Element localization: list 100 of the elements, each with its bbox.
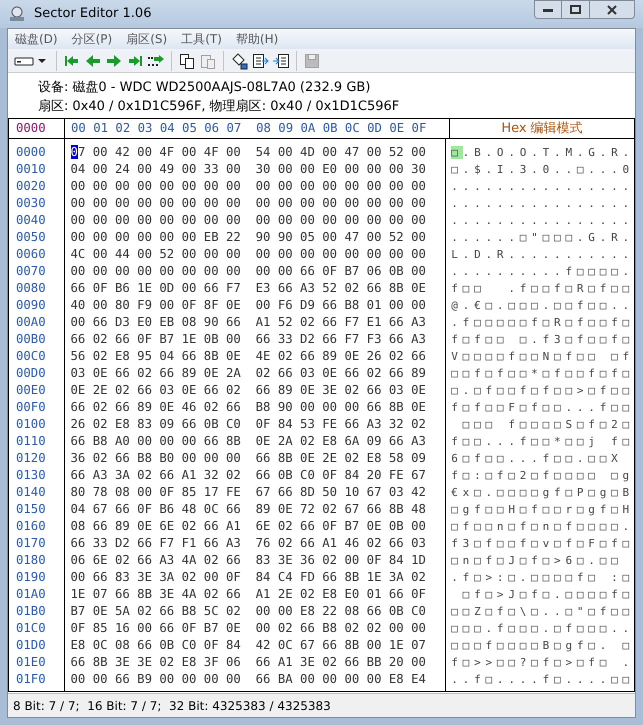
offset-cell-text: 0140 — [15, 484, 46, 501]
hex-row[interactable]: 66 02 66 89 0E 46 02 66 B8 90 00 00 00 66 8B 0E — [70, 399, 426, 416]
close-button[interactable] — [589, 0, 635, 19]
hex-row[interactable]: 04 67 66 0F B6 48 0C 66 89 0E 72 02 67 66 8B 48 — [70, 501, 426, 518]
ascii-row[interactable]: □□□f□□□□B□gf□. □ — [451, 637, 634, 654]
offset-cell-text: 0150 — [15, 501, 46, 518]
ascii-row[interactable]: L.D.R........... — [451, 246, 634, 263]
offset-cell-text: 0010 — [15, 161, 46, 178]
ascii-row[interactable]: ................ — [451, 212, 634, 229]
minimize-icon — [543, 8, 553, 12]
hex-row[interactable]: 66 8B 3E 3E 02 E8 3F 06 66 A1 3E 02 66 BB 20 00 — [70, 654, 426, 671]
ascii-row[interactable]: f□f□□ □.f3□f□□f□ — [451, 331, 634, 348]
ascii-row[interactable]: □□f□f□□*□f□□f□f□ — [451, 365, 634, 382]
offset-cell-text: 01F0 — [15, 671, 46, 688]
ascii-row[interactable]: □□□.f□□□.□f□□□.. — [451, 620, 634, 637]
ascii-row[interactable]: f□:□f□2□f□□□□ □g — [451, 467, 634, 484]
hex-row[interactable]: 0F 85 16 00 66 0F B7 0E 00 02 66 B8 02 02 00 00 — [70, 620, 426, 637]
offset-cell-text: 0190 — [15, 569, 46, 586]
maximize-icon — [570, 5, 581, 14]
hex-row[interactable]: 80 78 08 00 0F 85 17 FE 67 66 8D 50 10 67 03 42 — [70, 484, 426, 501]
status-text: 8 Bit: 7 / 7; 16 Bit: 7 / 7; 32 Bit: 4325383 / 4325383 — [13, 698, 331, 714]
ascii-row[interactable]: ..f□....f□....□□ — [451, 671, 634, 688]
offset-cell-text: 01C0 — [15, 620, 46, 637]
offset-cell-text: 0040 — [15, 212, 46, 229]
info-value: 0x40 / 0x1D1C596F, 物理扇区: 0x40 / 0x1D1C596F — [72, 98, 400, 116]
hex-row[interactable]: 66 02 66 0F B7 1E 0B 00 66 33 D2 66 F7 F3 66 A3 — [70, 331, 426, 348]
hex-row[interactable]: 36 02 66 B8 B0 00 00 00 66 8B 0E 2E 02 E8 58 09 — [70, 450, 426, 467]
info-label: 扇区: — [38, 98, 68, 116]
hex-row[interactable]: 00 00 00 00 00 00 00 00 00 00 00 00 00 00 00 00 — [70, 212, 426, 229]
hex-row[interactable]: 06 6E 02 66 A3 4A 02 66 83 3E 36 02 00 0F 84 1D — [70, 552, 426, 569]
hex-row[interactable]: 00 00 00 00 00 00 00 00 00 00 00 00 00 00 00 00 — [70, 195, 426, 212]
menu-item[interactable]: 分区(P) — [64, 30, 120, 48]
ascii-row[interactable]: □.B.O.O.T.M.G.R. — [451, 144, 634, 161]
hex-row[interactable]: 26 02 E8 83 09 66 0B C0 0F 84 53 FE 66 A3 32 02 — [70, 416, 426, 433]
ascii-row[interactable]: □□Z□f□\□..□"□f□□ — [451, 603, 634, 620]
offset-cell-text: 0120 — [15, 450, 46, 467]
hex-row[interactable]: 0E 2E 02 66 03 0E 66 02 66 89 0E 3E 02 66 03 0E — [70, 382, 426, 399]
ascii-row[interactable]: ..........f□□□□. — [451, 263, 634, 280]
offset-cell-text: 00E0 — [15, 382, 46, 399]
ascii-row[interactable]: €x□.□□□□gf□P□g□B — [451, 484, 634, 501]
hex-row[interactable]: 07 00 42 00 4F 00 4F 00 54 00 4D 00 47 00 52 00 — [70, 144, 426, 161]
hex-row[interactable]: E8 0C 08 66 0B C0 0F 84 42 0C 67 66 8B 00 1E 07 — [70, 637, 426, 654]
hex-row[interactable]: 00 00 00 00 00 00 EB 22 90 90 05 00 47 00 52 00 — [70, 229, 426, 246]
ascii-row[interactable]: □f□□n□f□n□f□□□□. — [451, 518, 634, 535]
ascii-row[interactable]: □f□>J□f□.□□□□f□ — [451, 586, 634, 603]
hex-row[interactable]: 66 A3 3A 02 66 A1 32 02 66 0B C0 0F 84 20 FE 67 — [70, 467, 426, 484]
copy-icon[interactable] — [178, 52, 196, 70]
ascii-row[interactable]: f□□...f□□*□□j f□ — [451, 433, 634, 450]
caret-icon — [38, 58, 46, 64]
menu-item[interactable]: 磁盘(D) — [8, 30, 65, 48]
hex-row[interactable]: 00 00 00 00 00 00 00 00 00 00 00 00 00 00 00 00 — [70, 178, 426, 195]
offset-cell-text: 0050 — [15, 229, 46, 246]
ascii-row[interactable]: f3□f□□f□v□f□F□f□ — [451, 535, 634, 552]
info-value: 磁盘0 - WDC WD2500AAJS-08L7A0 (232.9 GB) — [72, 79, 370, 97]
menu-item[interactable]: 扇区(S) — [119, 30, 174, 48]
hex-row[interactable]: 40 00 80 F9 00 0F 8F 0E 00 F6 D9 66 B8 01 00 00 — [70, 297, 426, 314]
hex-row[interactable]: 1E 07 66 8B 3E 4A 02 66 A1 2E 02 E8 E0 01 66 0F — [70, 586, 426, 603]
hex-row[interactable]: 00 00 66 B9 00 00 00 00 66 BA 00 00 00 00 E8 E4 — [70, 671, 426, 688]
ascii-row[interactable]: .f□□□□□f□R□f□□f□ — [451, 314, 634, 331]
ascii-row[interactable]: □□□ f□□□□S□f□2□ — [451, 416, 634, 433]
maximize-button[interactable] — [562, 0, 589, 19]
ascii-row[interactable]: V□□□□f□□N□f□□ □f — [451, 348, 634, 365]
ascii-row[interactable]: □.$.I.3.0..□...0 — [451, 161, 634, 178]
hex-row[interactable]: 08 66 89 0E 6E 02 66 A1 6E 02 66 0F B7 0E 0B 00 — [70, 518, 426, 535]
ascii-row[interactable]: □gf□□H□f□□r□gf□H — [451, 501, 634, 518]
offset-cell-text: 01E0 — [15, 654, 46, 671]
hex-row[interactable]: 00 00 00 00 00 00 00 00 00 00 66 0F B7 06 0B 00 — [70, 263, 426, 280]
hex-row[interactable]: 00 66 D3 E0 EB 08 90 66 A1 52 02 66 F7 E1 66 A3 — [70, 314, 426, 331]
ascii-row[interactable]: ................ — [451, 178, 634, 195]
ascii-row[interactable]: @.€□.□□□.□□f□□.. — [451, 297, 634, 314]
ascii-row[interactable]: ......□"□□□.G.R. — [451, 229, 634, 246]
hex-row[interactable]: 66 B8 A0 00 00 00 66 8B 0E 2A 02 E8 6A 09 66 A3 — [70, 433, 426, 450]
ascii-row[interactable]: .f□>:□.□□□□f□ :□ — [451, 569, 634, 586]
minimize-button[interactable] — [534, 0, 562, 19]
ascii-row[interactable]: f□>>□□?□f□>□f□ . — [451, 654, 634, 671]
offset-cell-text: 0070 — [15, 263, 46, 280]
ascii-row[interactable]: □.□f□□f□f□□>□f□□ — [451, 382, 634, 399]
hex-row[interactable]: 03 0E 66 02 66 89 0E 2A 02 66 03 0E 66 02 66 89 — [70, 365, 426, 382]
offset-cell-text: 0030 — [15, 195, 46, 212]
hex-row[interactable]: 04 00 24 00 49 00 33 00 30 00 00 E0 00 00 00 30 — [70, 161, 426, 178]
ascii-row[interactable]: f□f□□F□f□□...f□□ — [451, 399, 634, 416]
import-file-icon[interactable] — [272, 52, 290, 70]
hex-row[interactable]: 56 02 E8 95 04 66 8B 0E 4E 02 66 89 0E 26 02 66 — [70, 348, 426, 365]
hex-row[interactable]: 66 33 D2 66 F7 F1 66 A3 76 02 66 A1 46 02 66 03 — [70, 535, 426, 552]
hex-row[interactable]: 66 0F B6 1E 0D 00 66 F7 E3 66 A3 52 02 66 8B 0E — [70, 280, 426, 297]
offset-cell-text: 0060 — [15, 246, 46, 263]
ascii-row[interactable]: f□□ .f□□f□R□f□□ — [451, 280, 634, 297]
menu-item[interactable]: 帮助(H) — [228, 30, 286, 48]
hex-row[interactable]: 4C 00 44 00 52 00 00 00 00 00 00 00 00 00 00 00 — [70, 246, 426, 263]
ascii-row[interactable]: □n□f□J□f□>6□.□□ — [451, 552, 623, 569]
ascii-row[interactable]: 6□f□□...f□□.□□X — [451, 450, 623, 467]
mode-label: Hex 编辑模式 — [449, 119, 634, 138]
offset-cell-text: 00A0 — [15, 314, 46, 331]
info-label: 设备: — [38, 79, 68, 97]
export-file-icon[interactable] — [251, 52, 269, 70]
ascii-row[interactable]: ................ — [451, 195, 634, 212]
menu-item[interactable]: 工具(T) — [174, 30, 229, 48]
hex-row[interactable]: B7 0E 5A 02 66 B8 5C 02 00 00 E8 22 08 66 0B C0 — [70, 603, 426, 620]
paint-bucket-icon[interactable] — [230, 52, 248, 70]
hex-row[interactable]: 00 66 83 3E 3A 02 00 0F 84 C4 FD 66 8B 1E 3A 02 — [70, 569, 426, 586]
